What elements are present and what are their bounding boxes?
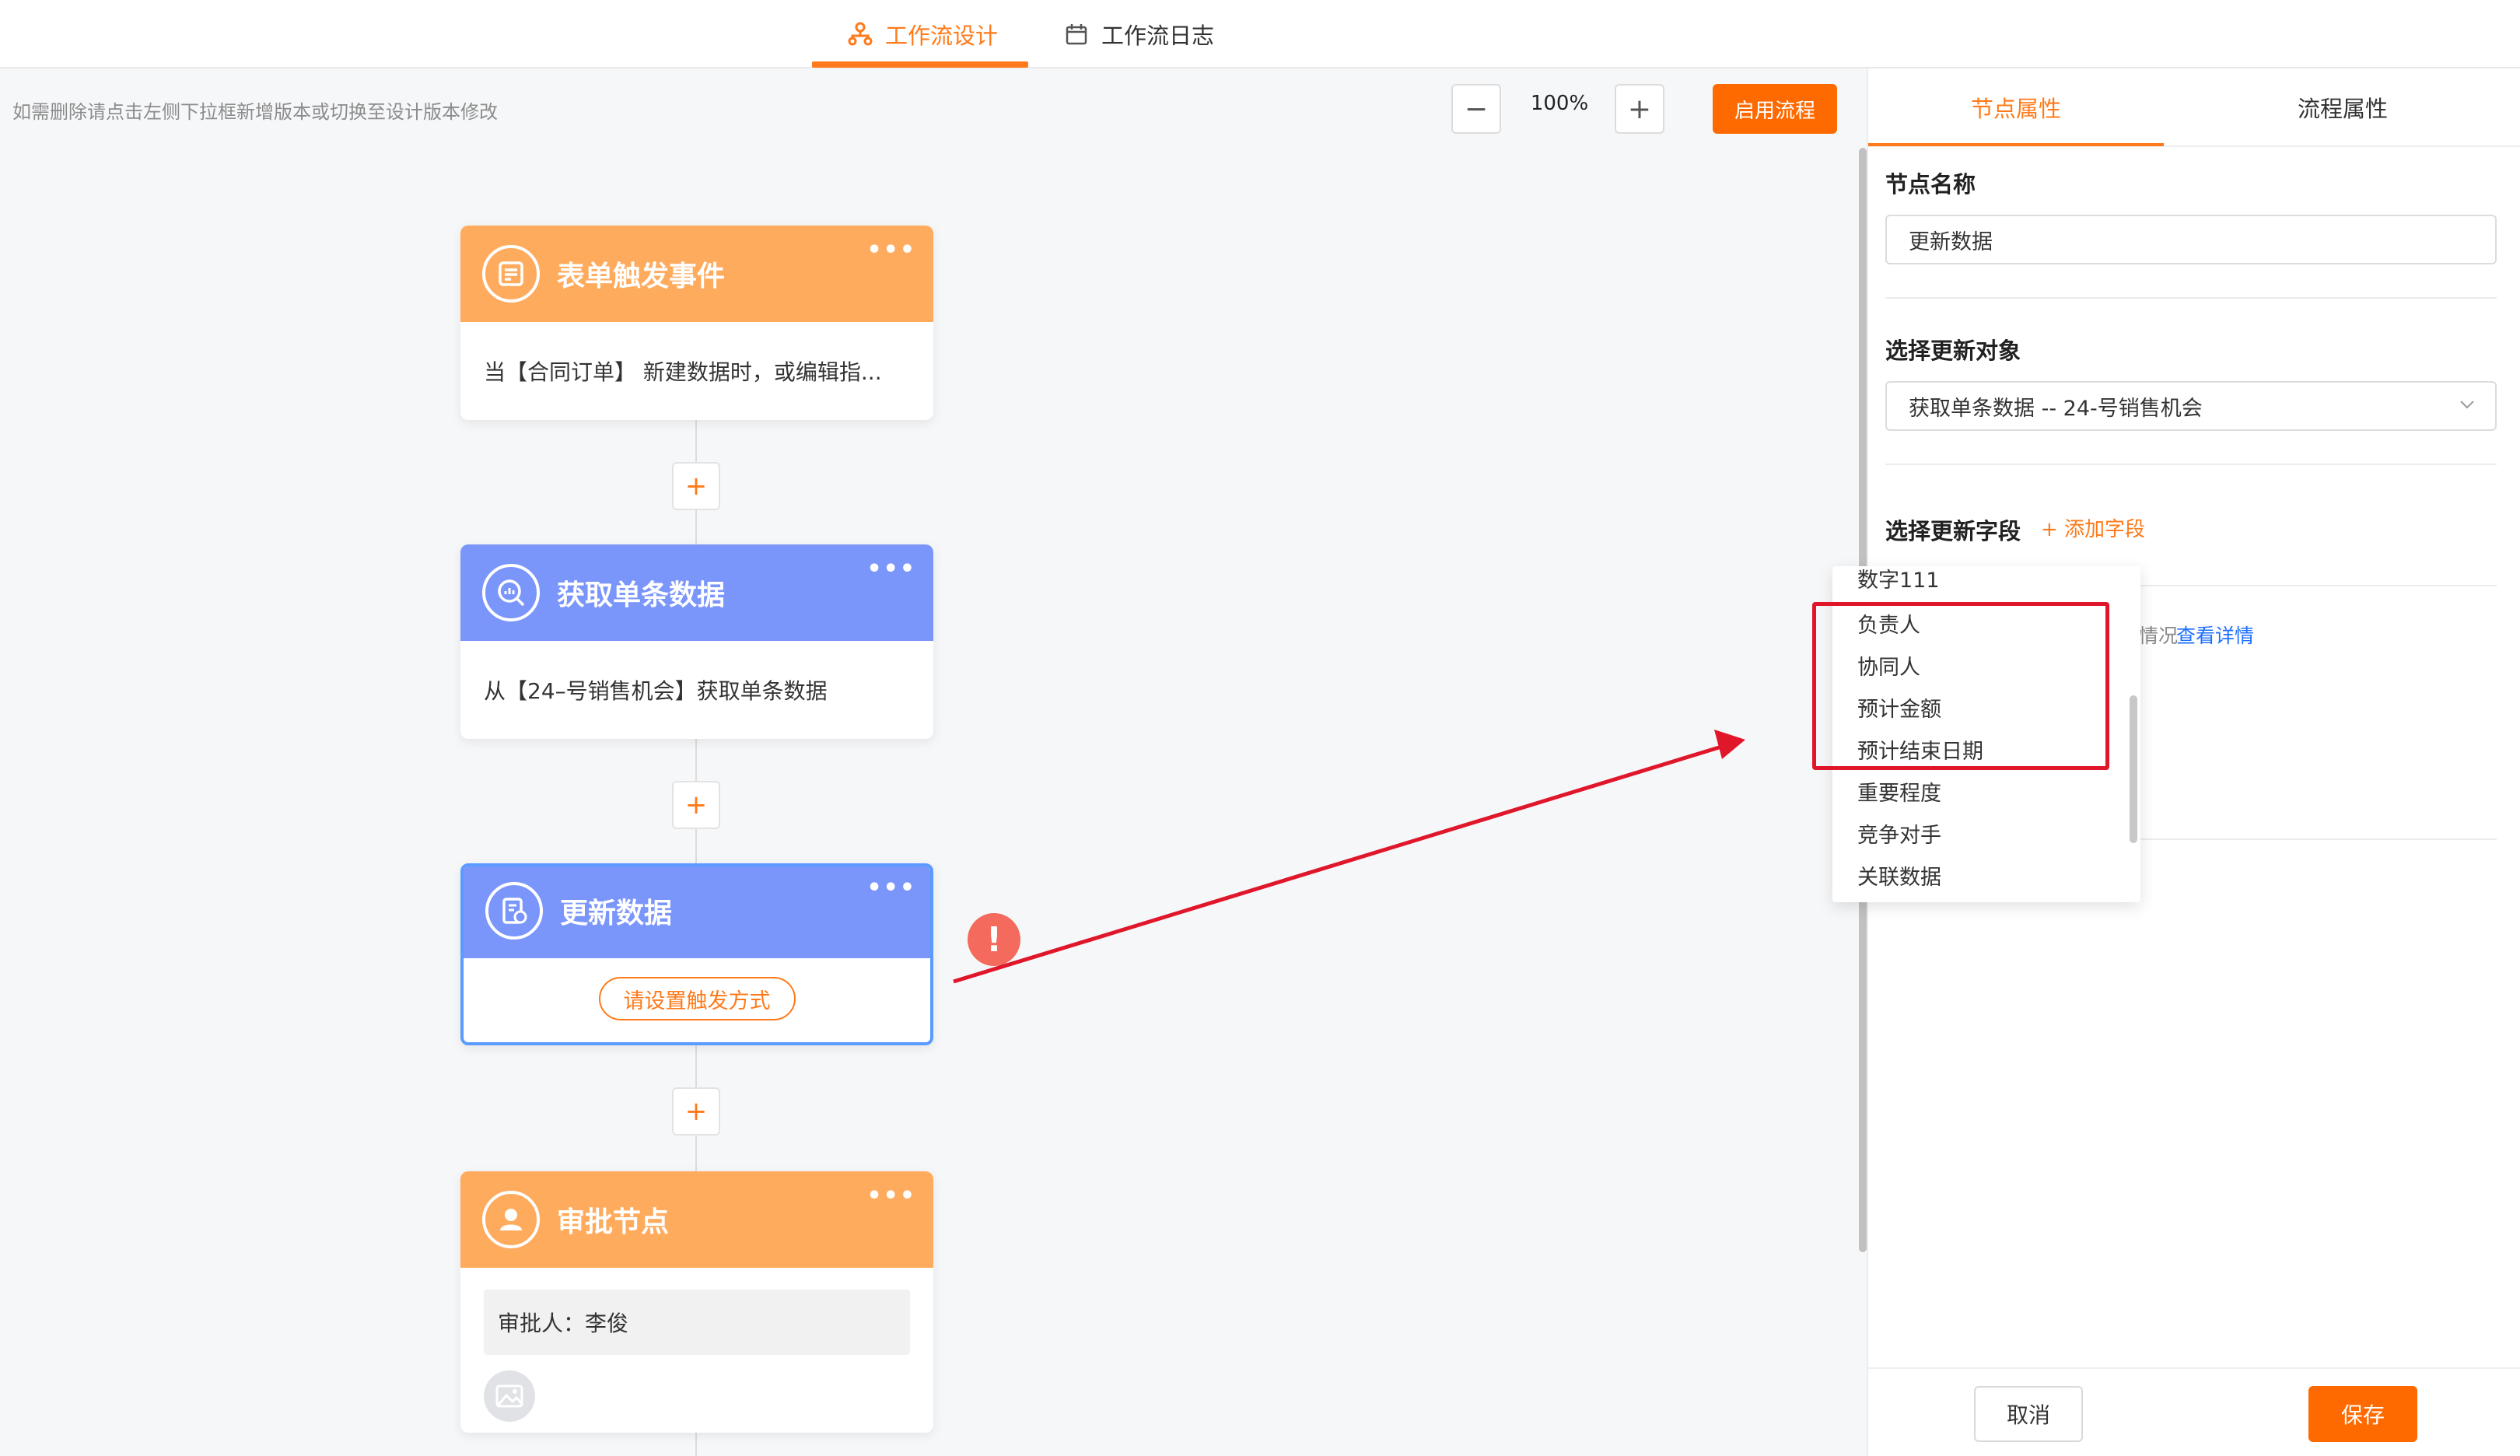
search-data-icon	[482, 564, 540, 621]
node-update-data[interactable]: 更新数据 ••• 请设置触发方式	[460, 863, 933, 1045]
node-title: 表单触发事件	[557, 261, 726, 292]
tab-workflow-log[interactable]: 工作流日志	[1064, 0, 1214, 68]
tab-workflow-design-label: 工作流设计	[885, 23, 999, 49]
chevron-down-icon	[2458, 395, 2476, 419]
set-trigger-button[interactable]: 请设置触发方式	[598, 977, 796, 1020]
update-fields-label: 选择更新字段	[1885, 518, 2021, 544]
enable-workflow-button[interactable]: 启用流程	[1713, 84, 1837, 134]
warning-icon: !	[968, 913, 1020, 966]
active-tab-indicator	[1868, 143, 2164, 146]
node-name-label: 节点名称	[1885, 171, 1976, 198]
node-header: 审批节点 •••	[460, 1171, 933, 1268]
tab-workflow-log-label: 工作流日志	[1101, 23, 1215, 49]
edit-hint: 如需删除请点击左侧下拉框新增版本或切换至设计版本修改	[12, 101, 498, 123]
node-description: 从【24–号销售机会】获取单条数据	[484, 678, 828, 704]
dropdown-item[interactable]: 竞争对手	[1857, 818, 1941, 849]
update-target-select[interactable]: 获取单条数据 -- 24-号销售机会	[1885, 381, 2497, 431]
update-target-value: 获取单条数据 -- 24-号销售机会	[1909, 396, 2203, 421]
tab-workflow-design[interactable]: 工作流设计	[848, 0, 998, 68]
user-icon	[482, 1191, 540, 1248]
add-field-link[interactable]: + 添加字段	[2041, 513, 2145, 542]
active-tab-indicator	[812, 61, 1028, 68]
condition-text: 情况	[2139, 625, 2179, 647]
cancel-button[interactable]: 取消	[1974, 1386, 2083, 1442]
node-title: 更新数据	[560, 898, 673, 929]
divider	[1885, 464, 2497, 465]
connector-line	[695, 1431, 697, 1456]
update-data-icon	[485, 882, 543, 940]
dropdown-item[interactable]: 数字111	[1857, 566, 1940, 593]
node-get-single-data[interactable]: 获取单条数据 ••• 从【24–号销售机会】获取单条数据	[460, 544, 933, 739]
node-header: 获取单条数据 •••	[460, 544, 933, 641]
more-icon[interactable]: •••	[866, 874, 916, 901]
save-button[interactable]: 保存	[2308, 1386, 2417, 1442]
node-description: 当【合同订单】 新建数据时，或编辑指...	[484, 359, 882, 385]
workflow-icon	[848, 22, 873, 47]
update-target-label: 选择更新对象	[1885, 338, 2021, 364]
tab-node-properties[interactable]: 节点属性	[1868, 68, 2164, 146]
dropdown-item[interactable]: 重要程度	[1857, 776, 1941, 807]
annotation-highlight-box	[1812, 602, 2109, 770]
divider	[1885, 297, 2497, 299]
dropdown-item[interactable]: 关联数据	[1857, 860, 1941, 891]
more-icon[interactable]: •••	[866, 1182, 916, 1209]
add-node-button[interactable]: +	[672, 781, 720, 829]
node-header: 更新数据 •••	[464, 866, 930, 958]
add-node-button[interactable]: +	[672, 1087, 720, 1136]
more-icon[interactable]: •••	[866, 555, 916, 583]
node-header: 表单触发事件 •••	[460, 226, 933, 322]
view-details-link[interactable]: 查看详情	[2176, 621, 2254, 649]
node-body: 请设置触发方式	[464, 958, 930, 1039]
more-icon[interactable]: •••	[866, 236, 916, 264]
node-name-input[interactable]: 更新数据	[1885, 215, 2497, 264]
node-title: 获取单条数据	[557, 579, 726, 611]
zoom-in-button[interactable]: +	[1615, 84, 1664, 134]
zoom-level: 100%	[1530, 92, 1589, 115]
calendar-icon	[1064, 22, 1089, 47]
image-placeholder-icon	[484, 1370, 535, 1422]
zoom-out-button[interactable]: −	[1451, 84, 1501, 134]
top-bar: 工作流设计 工作流日志	[0, 0, 2520, 68]
approver-box: 审批人：李俊	[484, 1290, 910, 1355]
node-title: 审批节点	[557, 1206, 670, 1238]
add-node-button[interactable]: +	[672, 462, 720, 510]
node-form-trigger[interactable]: 表单触发事件 ••• 当【合同订单】 新建数据时，或编辑指...	[460, 226, 933, 420]
dropdown-scrollbar[interactable]	[2130, 695, 2137, 843]
node-approval[interactable]: 审批节点 ••• 审批人：李俊	[460, 1171, 933, 1433]
tab-flow-properties[interactable]: 流程属性	[2164, 68, 2520, 146]
footer-divider	[1868, 1367, 2520, 1369]
form-icon	[482, 245, 540, 303]
